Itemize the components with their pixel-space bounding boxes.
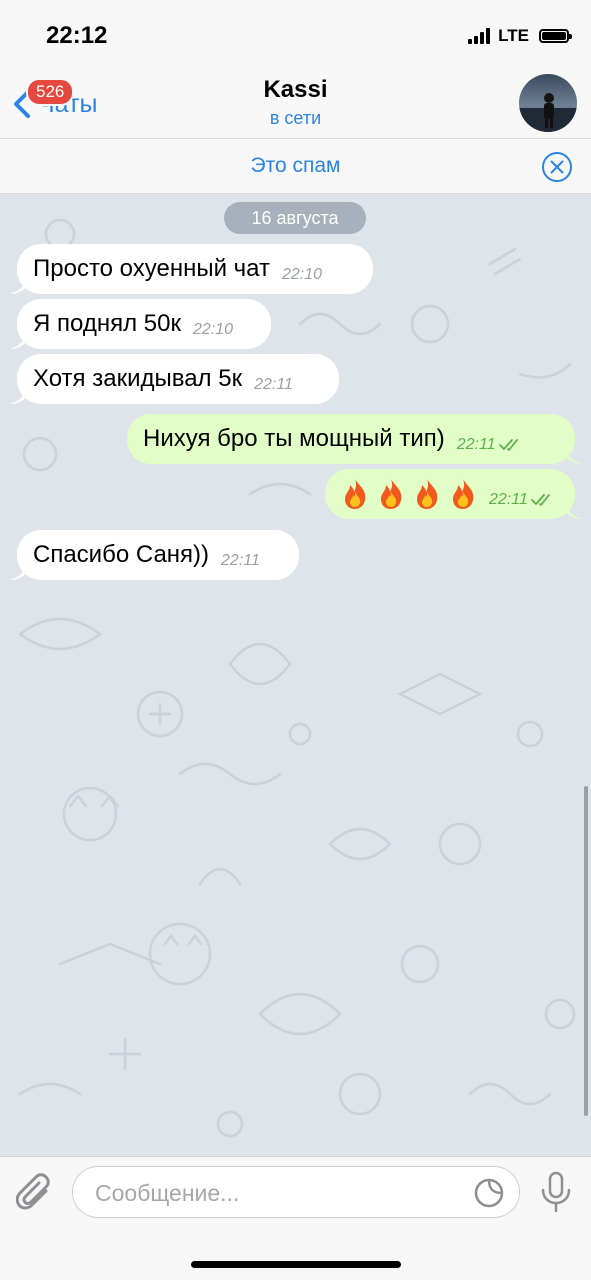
status-indicators: LTE <box>468 26 572 46</box>
chat-header: Чаты 526 Kassi в сети <box>0 68 591 138</box>
bubble-tail <box>9 562 27 580</box>
fire-emoji-icon <box>381 479 402 509</box>
message-input-container[interactable] <box>72 1166 520 1218</box>
scrollbar[interactable] <box>584 786 588 1116</box>
paperclip-icon[interactable] <box>16 1173 54 1215</box>
message-bubble-incoming[interactable]: Хотя закидывал 5к 22:11 <box>9 354 339 404</box>
status-time: 22:12 <box>46 22 108 49</box>
spam-report-bar: Это спам <box>0 138 591 194</box>
chat-title-block[interactable]: Kassi в сети <box>0 76 591 129</box>
fire-emoji-icon <box>417 479 438 509</box>
bubble-tail <box>9 276 27 294</box>
message-input[interactable] <box>93 1177 467 1209</box>
message-bubble-outgoing[interactable]: Нихуя бро ты мощный тип) 22:11 <box>127 414 583 464</box>
message-text <box>341 478 477 510</box>
message-text: Хотя закидывал 5к <box>33 365 243 392</box>
close-circle-icon[interactable] <box>541 151 573 183</box>
message-time: 22:10 <box>192 321 233 338</box>
date-divider: 16 августа <box>224 202 366 234</box>
status-bar: 22:12 LTE <box>0 0 591 68</box>
bubble-tail <box>565 501 583 519</box>
message-list[interactable]: 16 августа Просто охуенный чат 22:10 Я п… <box>0 194 591 1156</box>
report-spam-button[interactable]: Это спам <box>0 154 591 178</box>
chat-title: Kassi <box>263 76 328 103</box>
signal-icon <box>468 28 491 44</box>
double-check-icon <box>530 494 550 506</box>
message-bubble-outgoing[interactable]: 22:11 <box>325 469 583 519</box>
fire-emoji-icon <box>345 479 366 509</box>
double-check-icon <box>498 439 518 451</box>
message-time: 22:11 <box>456 436 496 453</box>
bubble-tail <box>9 386 27 404</box>
avatar-photo <box>519 74 577 132</box>
avatar[interactable] <box>519 74 577 132</box>
battery-icon <box>539 29 572 43</box>
message-bubble-incoming[interactable]: Спасибо Саня)) 22:11 <box>9 530 299 580</box>
message-bubble-incoming[interactable]: Просто охуенный чат 22:10 <box>9 244 373 294</box>
chat-online-status: в сети <box>269 108 322 128</box>
bubble-tail <box>565 446 583 464</box>
sticker-icon[interactable] <box>473 1177 505 1209</box>
message-bubble-incoming[interactable]: Я поднял 50к 22:10 <box>9 299 271 349</box>
network-label: LTE <box>498 26 529 45</box>
message-text: Просто охуенный чат <box>33 255 270 282</box>
message-text: Спасибо Саня)) <box>33 541 210 568</box>
home-indicator <box>191 1261 401 1268</box>
message-time: 22:11 <box>489 491 528 508</box>
message-composer <box>0 1156 591 1280</box>
microphone-icon[interactable] <box>539 1171 573 1213</box>
message-time: 22:10 <box>282 266 323 283</box>
message-text: Я поднял 50к <box>33 310 181 337</box>
fire-emoji-icon <box>453 479 474 509</box>
message-time: 22:11 <box>221 552 260 569</box>
bubble-tail <box>9 331 27 349</box>
message-time: 22:11 <box>254 376 293 393</box>
message-text: Нихуя бро ты мощный тип) <box>143 425 445 452</box>
